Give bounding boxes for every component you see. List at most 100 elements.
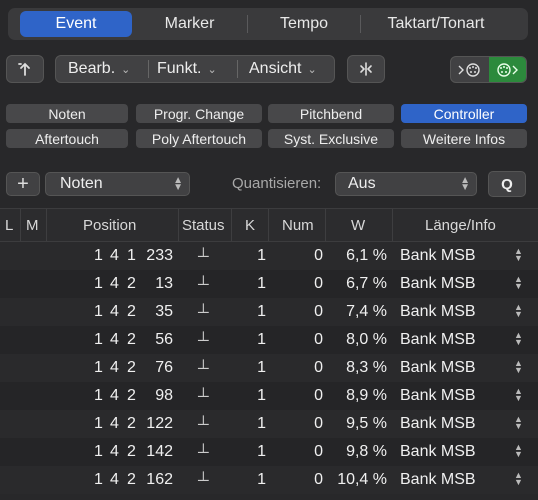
table-row[interactable]: 1 4 2 98 ┴ 1 0 8,9 % Bank MSB ▲ ▼ (0, 382, 538, 410)
pos-division: 2 (127, 303, 136, 320)
updown-chevron-icon[interactable]: ▲ ▼ (514, 303, 523, 319)
midi-in-toggle[interactable] (451, 57, 489, 82)
col-header-k[interactable]: K (245, 217, 255, 234)
tab-event[interactable]: Event (20, 11, 132, 37)
pos-division: 2 (127, 275, 136, 292)
midi-out-toggle[interactable] (488, 57, 526, 82)
number: 0 (314, 387, 323, 404)
table-row[interactable]: 1 4 2 56 ┴ 1 0 8,0 % Bank MSB ▲ ▼ (0, 326, 538, 354)
value: 9,5 % (346, 415, 387, 432)
col-header-w[interactable]: W (351, 217, 365, 234)
filter-syst-exclusive[interactable]: Syst. Exclusive (268, 129, 394, 148)
plus-icon: + (17, 172, 29, 195)
pos-beat: 4 (110, 471, 119, 488)
event-type-value: Noten (60, 175, 103, 192)
value: 7,4 % (346, 303, 387, 320)
pos-bar: 1 (94, 331, 103, 348)
updown-chevron-icon[interactable]: ▲ ▼ (514, 443, 523, 459)
table-row[interactable]: 1 4 2 76 ┴ 1 0 8,3 % Bank MSB ▲ ▼ (0, 354, 538, 382)
channel: 1 (257, 359, 266, 376)
filter-weitere-infos[interactable]: Weitere Infos (401, 129, 527, 148)
event-list-panel: Event Marker Tempo Taktart/Tonart Bearb.… (0, 0, 538, 500)
tab-taktart-tonart[interactable]: Taktart/Tonart (361, 11, 511, 37)
catch-playhead-icon (360, 62, 372, 76)
updown-chevron-icon[interactable]: ▲ ▼ (514, 359, 523, 375)
quantize-select[interactable]: Aus ▲ ▼ (335, 172, 477, 196)
status-controller-icon: ┴ (198, 304, 209, 321)
pos-tick: 98 (155, 387, 173, 404)
col-header-num[interactable]: Num (282, 217, 314, 234)
length-info: Bank MSB (400, 471, 476, 488)
hierarchy-up-button[interactable] (6, 55, 44, 83)
catch-button[interactable] (347, 55, 385, 83)
updown-chevron-icon: ▲ ▼ (173, 175, 183, 193)
pos-beat: 4 (110, 359, 119, 376)
channel: 1 (257, 331, 266, 348)
filter-noten[interactable]: Noten (6, 104, 128, 123)
menu-ansicht[interactable]: Ansicht ⌄ (238, 56, 334, 82)
col-header-position[interactable]: Position (83, 217, 136, 234)
table-row[interactable]: 1 4 1 233 ┴ 1 0 6,1 % Bank MSB ▲ ▼ (0, 242, 538, 270)
midi-in-icon (458, 62, 480, 77)
pos-division: 2 (127, 415, 136, 432)
value: 6,7 % (346, 275, 387, 292)
pos-division: 2 (127, 359, 136, 376)
updown-chevron-icon[interactable]: ▲ ▼ (514, 415, 523, 431)
tab-marker[interactable]: Marker (132, 11, 247, 37)
tab-tempo[interactable]: Tempo (248, 11, 360, 37)
filter-pitchbend[interactable]: Pitchbend (268, 104, 394, 123)
updown-chevron-icon[interactable]: ▲ ▼ (514, 387, 523, 403)
channel: 1 (257, 275, 266, 292)
pos-bar: 1 (94, 275, 103, 292)
table-row[interactable]: 1 4 2 142 ┴ 1 0 9,8 % Bank MSB ▲ ▼ (0, 438, 538, 466)
col-divider (20, 209, 21, 241)
updown-chevron-icon[interactable]: ▲ ▼ (514, 331, 523, 347)
value: 6,1 % (346, 247, 387, 264)
filter-poly-aftertouch[interactable]: Poly Aftertouch (136, 129, 262, 148)
pos-bar: 1 (94, 247, 103, 264)
quantize-button[interactable]: Q (488, 171, 526, 197)
channel: 1 (257, 303, 266, 320)
value: 9,8 % (346, 443, 387, 460)
add-event-button[interactable]: + (6, 172, 40, 196)
event-list: 1 4 1 233 ┴ 1 0 6,1 % Bank MSB ▲ ▼ 1 4 2 … (0, 242, 538, 494)
filter-aftertouch[interactable]: Aftertouch (6, 129, 128, 148)
menu-bearb-label: Bearb. (68, 60, 116, 77)
filter-progr-change[interactable]: Progr. Change (136, 104, 262, 123)
number: 0 (314, 331, 323, 348)
updown-chevron-icon[interactable]: ▲ ▼ (514, 275, 523, 291)
menu-funkt[interactable]: Funkt. ⌄ (149, 56, 237, 82)
pos-division: 2 (127, 443, 136, 460)
pos-bar: 1 (94, 387, 103, 404)
col-header-l[interactable]: L (5, 217, 13, 234)
channel: 1 (257, 387, 266, 404)
pos-tick: 233 (146, 247, 173, 264)
table-row[interactable]: 1 4 2 122 ┴ 1 0 9,5 % Bank MSB ▲ ▼ (0, 410, 538, 438)
status-controller-icon: ┴ (198, 360, 209, 377)
length-info: Bank MSB (400, 303, 476, 320)
menu-bearb[interactable]: Bearb. ⌄ (56, 56, 148, 82)
number: 0 (314, 275, 323, 292)
table-row[interactable]: 1 4 2 162 ┴ 1 0 10,4 % Bank MSB ▲ ▼ (0, 466, 538, 494)
value: 8,3 % (346, 359, 387, 376)
col-header-status[interactable]: Status (182, 217, 225, 234)
pos-beat: 4 (110, 275, 119, 292)
table-row[interactable]: 1 4 2 13 ┴ 1 0 6,7 % Bank MSB ▲ ▼ (0, 270, 538, 298)
col-header-m[interactable]: M (26, 217, 39, 234)
table-row[interactable]: 1 4 2 35 ┴ 1 0 7,4 % Bank MSB ▲ ▼ (0, 298, 538, 326)
pos-bar: 1 (94, 415, 103, 432)
col-header-laenge-info[interactable]: Länge/Info (425, 217, 496, 234)
updown-chevron-icon[interactable]: ▲ ▼ (514, 247, 523, 263)
updown-chevron-icon[interactable]: ▲ ▼ (514, 471, 523, 487)
length-info: Bank MSB (400, 247, 476, 264)
pos-beat: 4 (110, 443, 119, 460)
menu-group: Bearb. ⌄ Funkt. ⌄ Ansicht ⌄ (55, 55, 335, 83)
col-divider (178, 209, 179, 241)
status-controller-icon: ┴ (198, 388, 209, 405)
event-type-select[interactable]: Noten ▲ ▼ (45, 172, 190, 196)
pos-beat: 4 (110, 387, 119, 404)
number: 0 (314, 415, 323, 432)
filter-controller[interactable]: Controller (401, 104, 527, 123)
channel: 1 (257, 415, 266, 432)
menu-funkt-label: Funkt. (157, 60, 202, 77)
